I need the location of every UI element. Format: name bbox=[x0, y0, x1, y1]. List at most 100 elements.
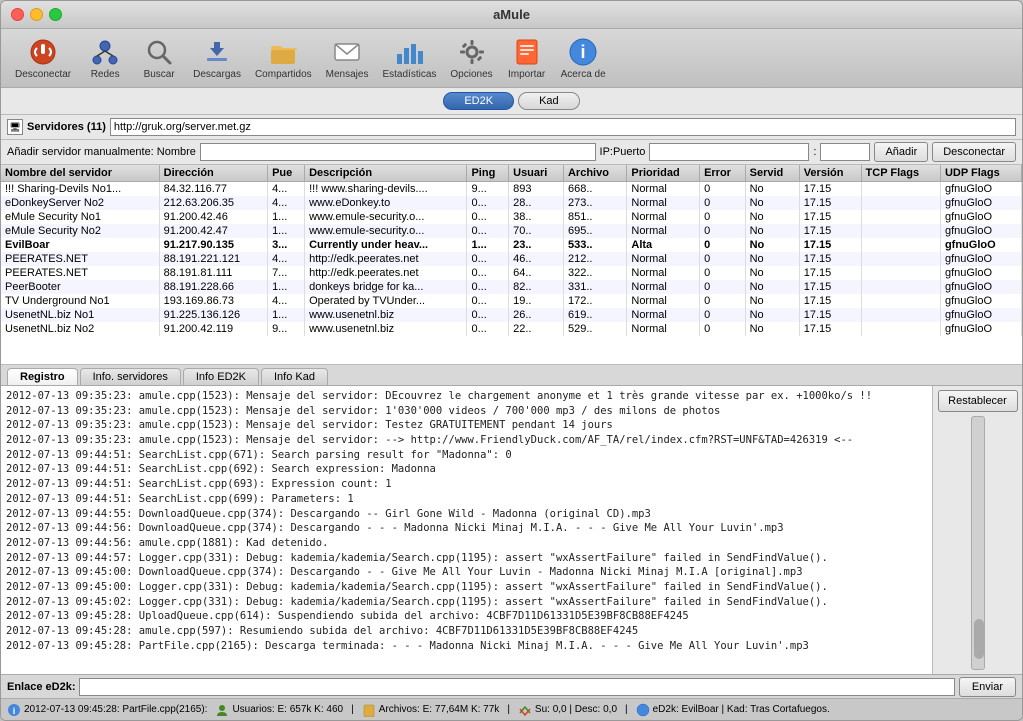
tab-registro[interactable]: Registro bbox=[7, 368, 78, 385]
cell-puerto: 9... bbox=[268, 322, 305, 336]
server-bar: 🖥 Servidores (11) bbox=[1, 115, 1022, 140]
table-row[interactable]: PEERATES.NET88.191.81.1117...http://edk.… bbox=[1, 266, 1022, 280]
cell-direccion: 84.32.116.77 bbox=[159, 182, 267, 197]
cell-descripcion: http://edk.peerates.net bbox=[305, 266, 467, 280]
enlace-input[interactable] bbox=[79, 678, 954, 696]
log-entry: 2012-07-13 09:45:28: amule.cpp(597): Res… bbox=[6, 624, 927, 639]
col-archivos[interactable]: Archivo bbox=[563, 165, 626, 182]
table-row[interactable]: eMule Security No191.200.42.461...www.em… bbox=[1, 210, 1022, 224]
cell-ping: 0... bbox=[467, 322, 509, 336]
enlace-bar: Enlace eD2k: Enviar bbox=[1, 674, 1022, 698]
log-text[interactable]: 2012-07-13 09:35:23: amule.cpp(1523): Me… bbox=[1, 386, 932, 674]
table-row[interactable]: eMule Security No291.200.42.471...www.em… bbox=[1, 224, 1022, 238]
cell-error: 0 bbox=[700, 224, 746, 238]
tab-info-ed2k[interactable]: Info ED2K bbox=[183, 368, 259, 385]
cell-tcp bbox=[861, 252, 940, 266]
tab-info-servidores[interactable]: Info. servidores bbox=[80, 368, 181, 385]
tab-info-kad[interactable]: Info Kad bbox=[261, 368, 328, 385]
log-entry: 2012-07-13 09:44:56: amule.cpp(1881): Ka… bbox=[6, 536, 927, 551]
port-input[interactable] bbox=[820, 143, 870, 161]
status-usuarios: Usuarios: E: 657k K: 460 bbox=[215, 703, 343, 717]
log-entry: 2012-07-13 09:44:51: SearchList.cpp(671)… bbox=[6, 448, 927, 463]
table-row[interactable]: PEERATES.NET88.191.221.1214...http://edk… bbox=[1, 252, 1022, 266]
su-desc-text: Su: 0,0 | Desc: 0,0 bbox=[535, 704, 617, 715]
table-row[interactable]: UsenetNL.biz No191.225.136.1261...www.us… bbox=[1, 308, 1022, 322]
cell-servidor: No bbox=[745, 280, 799, 294]
ed2k-btn[interactable]: ED2K bbox=[443, 92, 514, 110]
toolbar-compartidos[interactable]: Compartidos bbox=[249, 33, 318, 83]
maximize-button[interactable] bbox=[49, 8, 62, 21]
col-version[interactable]: Versión bbox=[799, 165, 861, 182]
cell-archivos: 322.. bbox=[563, 266, 626, 280]
cell-descripcion: Operated by TVUnder... bbox=[305, 294, 467, 308]
toolbar-mensajes[interactable]: Mensajes bbox=[320, 33, 375, 83]
col-prioridad[interactable]: Prioridad bbox=[627, 165, 700, 182]
cell-version: 17.15 bbox=[799, 308, 861, 322]
cell-prioridad: Normal bbox=[627, 252, 700, 266]
col-error[interactable]: Error bbox=[700, 165, 746, 182]
enlace-label: Enlace eD2k: bbox=[7, 681, 75, 693]
cell-version: 17.15 bbox=[799, 252, 861, 266]
ip-input[interactable] bbox=[649, 143, 809, 161]
minimize-button[interactable] bbox=[30, 8, 43, 21]
table-row[interactable]: EvilBoar91.217.90.1353...Currently under… bbox=[1, 238, 1022, 252]
toolbar-desconectar[interactable]: Desconectar bbox=[9, 33, 77, 83]
log-entry: 2012-07-13 09:44:57: Logger.cpp(331): De… bbox=[6, 551, 927, 566]
col-puerto[interactable]: Pue bbox=[268, 165, 305, 182]
cell-descripcion: !!! www.sharing-devils.... bbox=[305, 182, 467, 197]
col-descripcion[interactable]: Descripción bbox=[305, 165, 467, 182]
toolbar-importar[interactable]: Importar bbox=[501, 33, 553, 83]
col-ping[interactable]: Ping bbox=[467, 165, 509, 182]
toolbar-buscar[interactable]: Buscar bbox=[133, 33, 185, 83]
server-url-input[interactable] bbox=[110, 118, 1016, 136]
col-tcp[interactable]: TCP Flags bbox=[861, 165, 940, 182]
add-name-input[interactable] bbox=[200, 143, 596, 161]
log-entry: 2012-07-13 09:45:00: Logger.cpp(331): De… bbox=[6, 580, 927, 595]
log-entry: 2012-07-13 09:35:23: amule.cpp(1523): Me… bbox=[6, 389, 927, 404]
col-direccion[interactable]: Dirección bbox=[159, 165, 267, 182]
cell-prioridad: Normal bbox=[627, 308, 700, 322]
table-row[interactable]: TV Underground No1193.169.86.734...Opera… bbox=[1, 294, 1022, 308]
toolbar-estadisticas[interactable]: Estadísticas bbox=[376, 33, 442, 83]
log-entry: 2012-07-13 09:45:00: DownloadQueue.cpp(3… bbox=[6, 565, 927, 580]
cell-nombre: !!! Sharing-Devils No1... bbox=[1, 182, 159, 197]
log-scrollbar[interactable] bbox=[971, 416, 985, 670]
toolbar-acerca[interactable]: i Acerca de bbox=[555, 33, 612, 83]
users-icon bbox=[215, 703, 229, 717]
log-entry: 2012-07-13 09:44:51: SearchList.cpp(693)… bbox=[6, 477, 927, 492]
add-btn[interactable]: Añadir bbox=[874, 142, 928, 162]
table-row[interactable]: UsenetNL.biz No291.200.42.1199...www.use… bbox=[1, 322, 1022, 336]
kad-btn[interactable]: Kad bbox=[518, 92, 580, 110]
cell-udp: gfnuGloO bbox=[940, 182, 1021, 197]
cell-archivos: 533.. bbox=[563, 238, 626, 252]
col-udp[interactable]: UDP Flags bbox=[940, 165, 1021, 182]
close-button[interactable] bbox=[11, 8, 24, 21]
table-row[interactable]: !!! Sharing-Devils No1...84.32.116.774..… bbox=[1, 182, 1022, 197]
cell-ping: 0... bbox=[467, 280, 509, 294]
cell-tcp bbox=[861, 266, 940, 280]
log-side: Restablecer bbox=[932, 386, 1022, 674]
table-row[interactable]: PeerBooter88.191.228.661...donkeys bridg… bbox=[1, 280, 1022, 294]
opciones-label: Opciones bbox=[450, 69, 492, 80]
restablecer-btn[interactable]: Restablecer bbox=[938, 390, 1018, 412]
toolbar-descargas[interactable]: Descargas bbox=[187, 33, 247, 83]
col-nombre[interactable]: Nombre del servidor bbox=[1, 165, 159, 182]
log-entry: 2012-07-13 09:45:28: UploadQueue.cpp(614… bbox=[6, 609, 927, 624]
enviar-btn[interactable]: Enviar bbox=[959, 677, 1016, 697]
cell-version: 17.15 bbox=[799, 196, 861, 210]
cell-error: 0 bbox=[700, 238, 746, 252]
col-usuarios[interactable]: Usuari bbox=[509, 165, 564, 182]
log-section: Registro Info. servidores Info ED2K Info… bbox=[1, 365, 1022, 674]
buscar-icon bbox=[143, 36, 175, 68]
col-servidor[interactable]: Servid bbox=[745, 165, 799, 182]
cell-direccion: 91.217.90.135 bbox=[159, 238, 267, 252]
cell-nombre: EvilBoar bbox=[1, 238, 159, 252]
table-row[interactable]: eDonkeyServer No2212.63.206.354...www.eD… bbox=[1, 196, 1022, 210]
toolbar-opciones[interactable]: Opciones bbox=[444, 33, 498, 83]
servers-table-scroll[interactable]: Nombre del servidor Dirección Pue Descri… bbox=[1, 165, 1022, 364]
cell-tcp bbox=[861, 196, 940, 210]
toolbar-redes[interactable]: Redes bbox=[79, 33, 131, 83]
disconnect-server-btn[interactable]: Desconectar bbox=[932, 142, 1016, 162]
cell-version: 17.15 bbox=[799, 182, 861, 197]
desconectar-icon bbox=[27, 36, 59, 68]
